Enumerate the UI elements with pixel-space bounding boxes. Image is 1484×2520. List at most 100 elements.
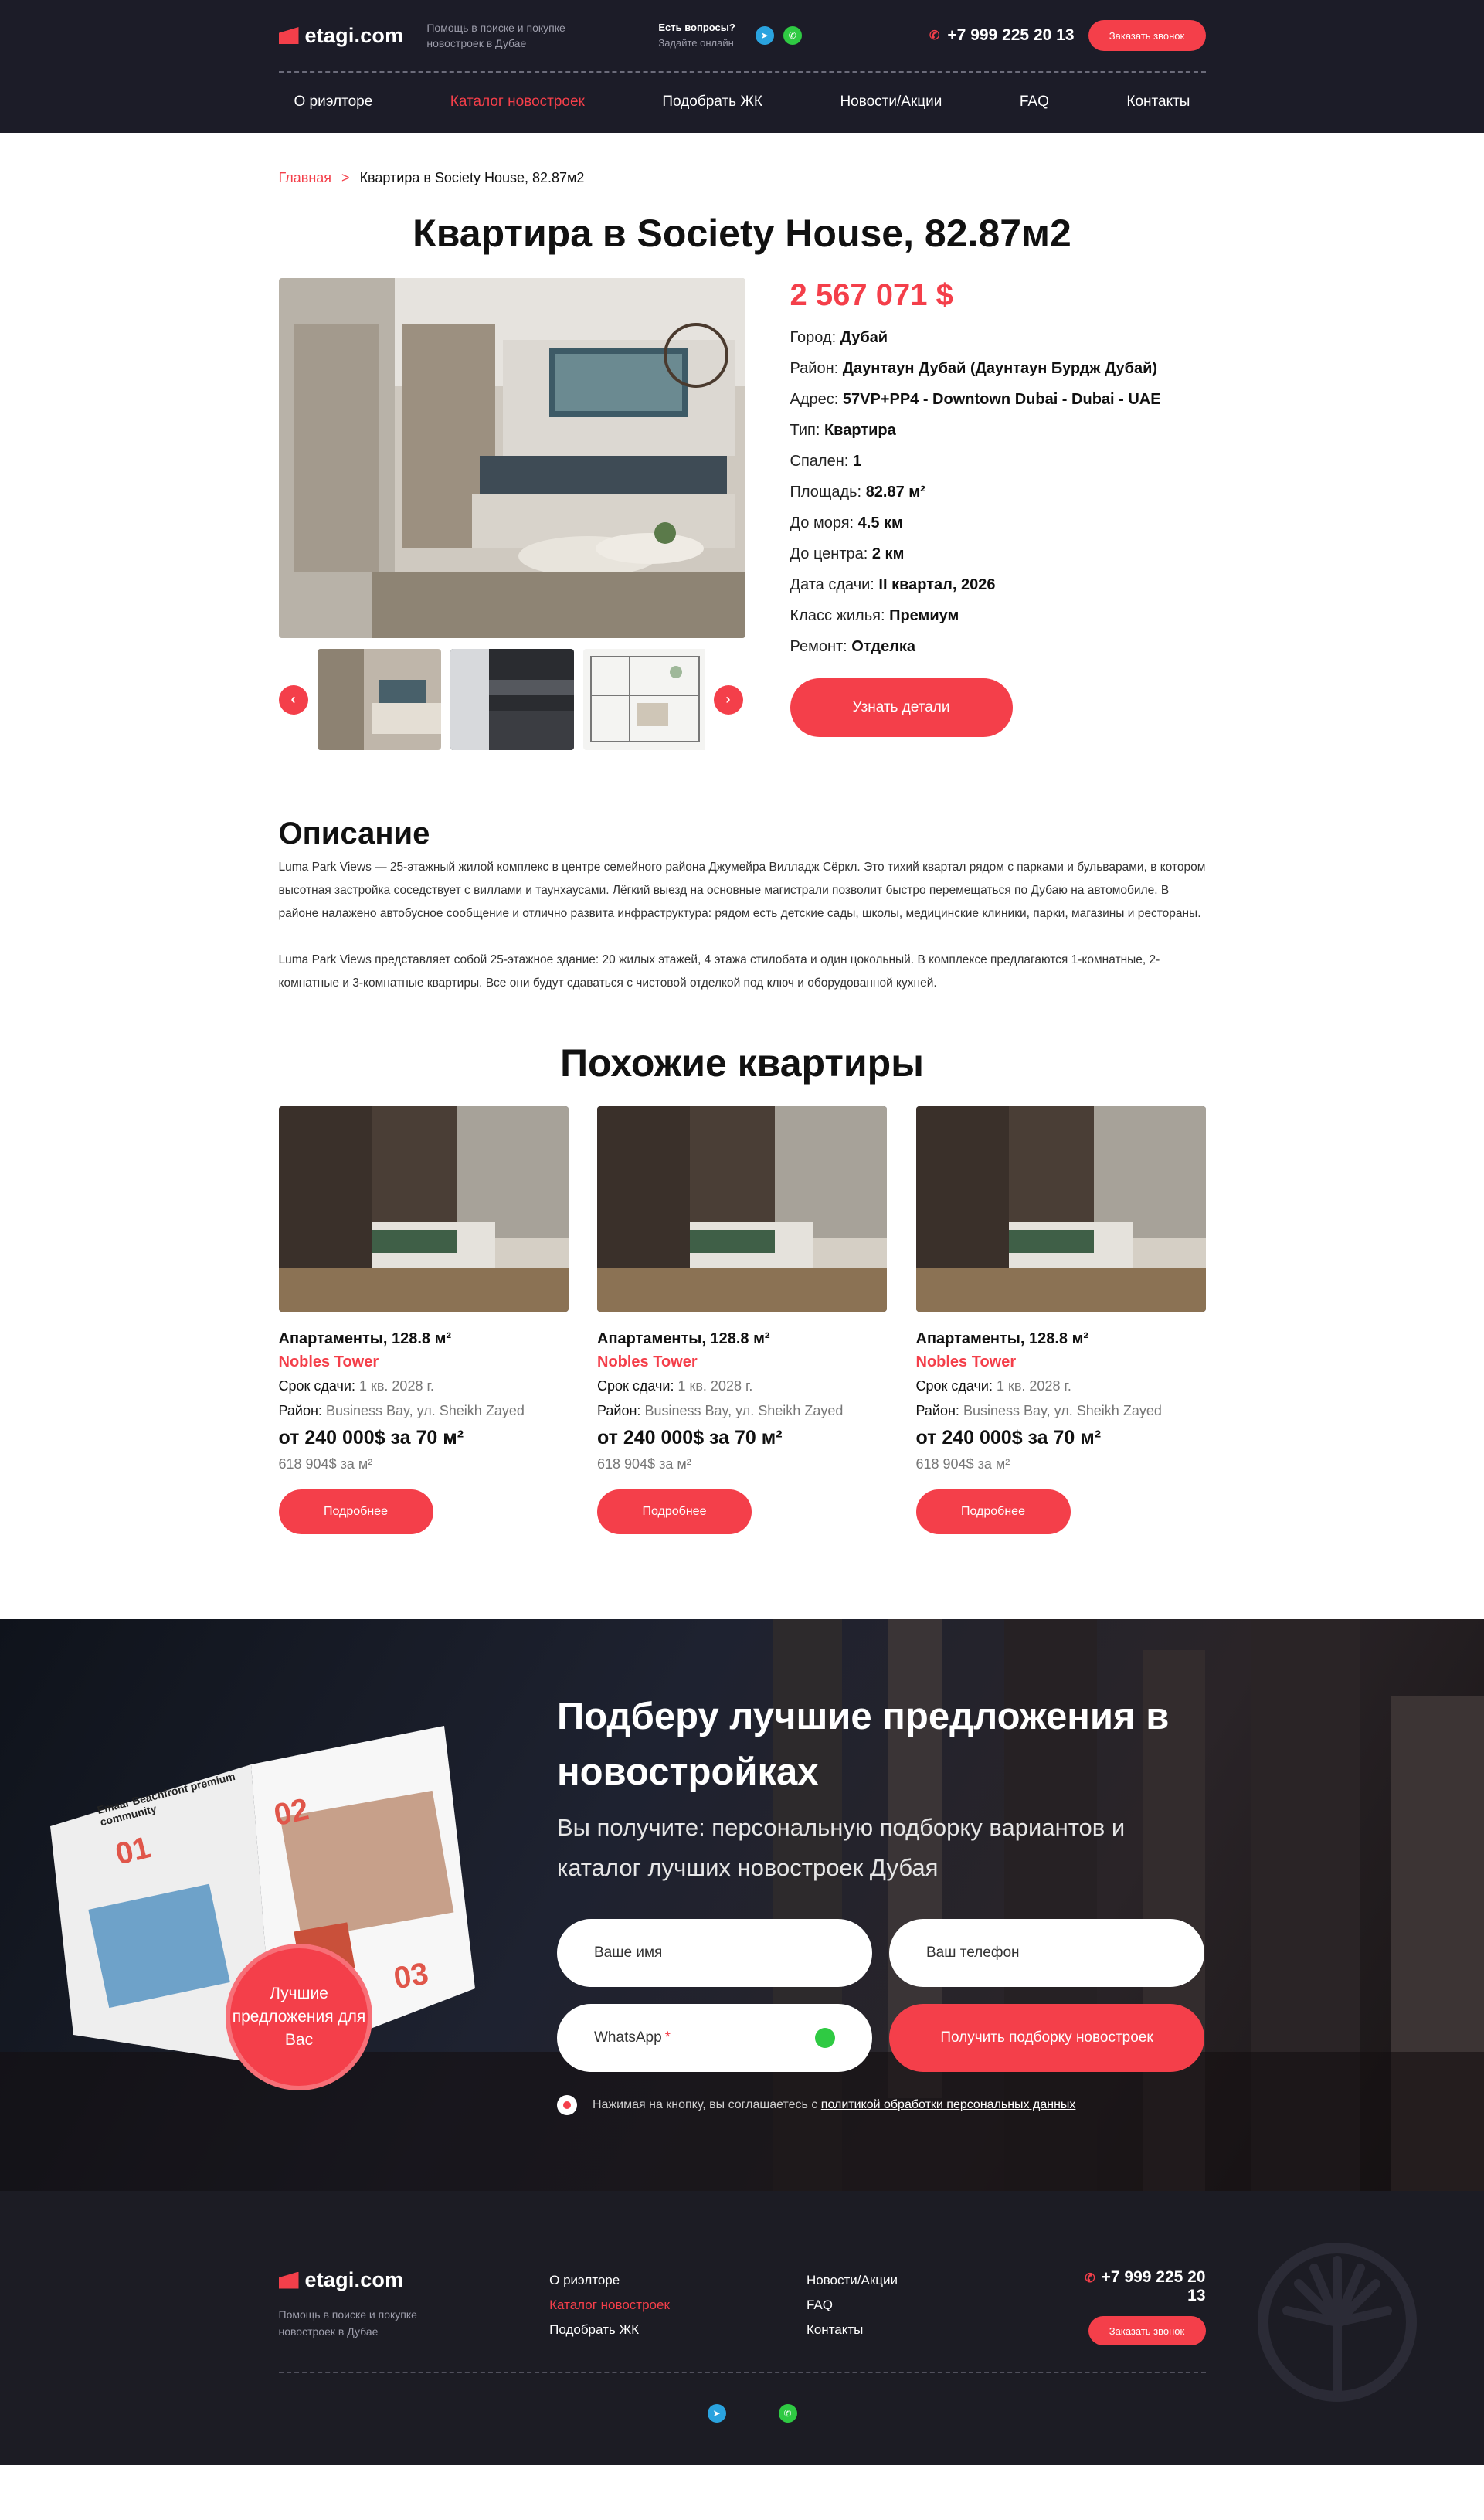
- footer-nav-col-2: Новости/Акции FAQ Контакты: [807, 2268, 1064, 2372]
- description-heading: Описание: [278, 817, 430, 851]
- footer-call-button[interactable]: Заказать звонок: [1088, 2316, 1206, 2345]
- footer-link-contacts[interactable]: Контакты: [807, 2318, 1064, 2342]
- logo-text: etagi.com: [304, 23, 404, 47]
- card-price-per-m2: 618 904$ за м²: [597, 1456, 691, 1472]
- privacy-policy-link[interactable]: политикой обработки персональных данных: [821, 2098, 1076, 2111]
- thumbnail-2[interactable]: [450, 649, 574, 750]
- spec-address: Адрес: 57VP+PP4 - Downtown Dubai - Dubai…: [790, 391, 1161, 408]
- header-socials: ➤ ✆: [755, 26, 802, 45]
- site-footer: etagi.com Помощь в поиске и покупке ново…: [0, 2191, 1484, 2465]
- apartment-specs: 2 567 071 $ Город: Дубай Район: Даунтаун…: [790, 278, 1161, 811]
- nav-pick-complex[interactable]: Подобрать ЖК: [662, 93, 762, 110]
- phone-input[interactable]: Ваш телефон: [889, 1919, 1204, 1987]
- logo-mark-icon: [278, 2271, 299, 2289]
- ask-title: Есть вопросы?: [658, 22, 735, 33]
- name-input[interactable]: Ваше имя: [557, 1919, 872, 1987]
- card-more-button[interactable]: Подробнее: [597, 1489, 752, 1534]
- card-price-per-m2: 618 904$ за м²: [278, 1456, 373, 1472]
- ask-online: Есть вопросы? Задайте онлайн: [658, 20, 735, 51]
- thumbnail-3[interactable]: [582, 649, 705, 750]
- footer-nav-col-1: О риэлторе Каталог новостроек Подобрать …: [549, 2268, 807, 2372]
- footer-phone[interactable]: ✆ +7 999 225 20 13: [1064, 2268, 1205, 2305]
- card-complex-name[interactable]: Nobles Tower: [279, 1350, 569, 1374]
- best-offers-badge: Лучшие предложения для Вас: [226, 1944, 372, 2090]
- card-term: Срок сдачи: 1 кв. 2028 г.: [597, 1378, 753, 1394]
- thumbnail-1[interactable]: [317, 649, 441, 750]
- footer-link-news[interactable]: Новости/Акции: [807, 2268, 1064, 2293]
- spec-district: Район: Даунтаун Дубай (Даунтаун Бурдж Ду…: [790, 360, 1158, 377]
- card-more-button[interactable]: Подробнее: [915, 1489, 1071, 1534]
- consent-text: Нажимая на кнопку, вы соглашаетесь с пол…: [593, 2098, 1076, 2111]
- spec-area: Площадь: 82.87 м²: [790, 484, 925, 501]
- logo-mark-icon: [278, 27, 299, 44]
- telegram-icon[interactable]: ➤: [755, 26, 774, 45]
- whatsapp-icon[interactable]: ✆: [778, 2404, 797, 2423]
- phone-icon: ✆: [1085, 2272, 1095, 2285]
- footer-contacts: ✆ +7 999 225 20 13 Заказать звонок: [1064, 2268, 1206, 2372]
- whatsapp-icon[interactable]: ✆: [783, 26, 802, 45]
- nav-catalog[interactable]: Каталог новостроек: [450, 93, 585, 110]
- whatsapp-input[interactable]: WhatsApp *: [557, 2004, 872, 2072]
- footer-socials: ➤ ✆: [279, 2404, 1206, 2423]
- card-price: от 240 000$ за 70 м²: [915, 1427, 1102, 1448]
- brochure-number-2: 02: [270, 1792, 312, 1833]
- similar-heading: Похожие квартиры: [560, 1041, 924, 1085]
- nav-news[interactable]: Новости/Акции: [840, 93, 942, 110]
- thumbnail-carousel: ‹ ›: [278, 649, 745, 750]
- phone-number: +7 999 225 20 13: [947, 26, 1075, 44]
- apartment-card-photo[interactable]: [597, 1106, 887, 1312]
- consent-checkbox[interactable]: [557, 2095, 577, 2115]
- spec-city: Город: Дубай: [790, 329, 888, 346]
- card-district: Район: Business Bay, ул. Sheikh Zayed: [915, 1403, 1162, 1418]
- brochure-number-3: 03: [391, 1956, 431, 1996]
- lead-form-fields: Ваше имя Ваш телефон WhatsApp * Получить …: [557, 1919, 1206, 2072]
- footer-logo[interactable]: etagi.com: [278, 2268, 550, 2292]
- next-photo-button[interactable]: ›: [713, 684, 743, 715]
- similar-cards: Апартаменты, 128.8 м² Nobles Tower Срок …: [278, 1106, 1206, 1534]
- call-request-button[interactable]: Заказать звонок: [1088, 20, 1206, 51]
- card-district: Район: Business Bay, ул. Sheikh Zayed: [597, 1403, 844, 1418]
- spec-finishing: Ремонт: Отделка: [790, 638, 916, 655]
- card-title: Апартаменты, 128.8 м²: [915, 1330, 1089, 1347]
- apartment-card-photo[interactable]: [278, 1106, 569, 1312]
- footer-link-catalog[interactable]: Каталог новостроек: [549, 2293, 807, 2318]
- footer-top: etagi.com Помощь в поиске и покупке ново…: [278, 2191, 1206, 2373]
- breadcrumb-home[interactable]: Главная: [279, 170, 332, 185]
- palm-island-icon: [1258, 2243, 1417, 2402]
- description-paragraph-1: Luma Park Views — 25-этажный жилой компл…: [278, 861, 1206, 920]
- main-photo[interactable]: [278, 278, 745, 638]
- similar-apartments: Похожие квартиры Апартаменты, 128.8 м² N…: [278, 1018, 1206, 1534]
- nav-contacts[interactable]: Контакты: [1126, 93, 1190, 110]
- spec-to-sea: До моря: 4.5 км: [790, 515, 903, 532]
- consent: Нажимая на кнопку, вы соглашаетесь с пол…: [557, 2095, 1206, 2115]
- apartment-card-photo[interactable]: [915, 1106, 1206, 1312]
- footer-link-pick-complex[interactable]: Подобрать ЖК: [549, 2318, 807, 2342]
- card-complex-name[interactable]: Nobles Tower: [597, 1350, 887, 1374]
- get-selection-button[interactable]: Получить подборку новостроек: [889, 2004, 1204, 2072]
- card-price: от 240 000$ за 70 м²: [597, 1427, 783, 1448]
- lead-form: Подберу лучшие предложения в новостройка…: [557, 1689, 1206, 2115]
- nav-faq[interactable]: FAQ: [1020, 93, 1049, 110]
- whatsapp-icon: [815, 2028, 835, 2048]
- footer-link-faq[interactable]: FAQ: [807, 2293, 1064, 2318]
- card-more-button[interactable]: Подробнее: [278, 1489, 433, 1534]
- main-content: Главная > Квартира в Society House, 82.8…: [278, 133, 1206, 1534]
- header-phone[interactable]: ✆ +7 999 225 20 13: [929, 26, 1074, 45]
- footer-link-about[interactable]: О риэлторе: [549, 2268, 807, 2293]
- card-complex-name[interactable]: Nobles Tower: [916, 1350, 1206, 1374]
- prev-photo-button[interactable]: ‹: [278, 684, 308, 715]
- details-button[interactable]: Узнать детали: [790, 678, 1013, 737]
- spec-class: Класс жилья: Премиум: [790, 607, 959, 624]
- page-title: Квартира в Society House, 82.87м2: [413, 212, 1071, 255]
- logo[interactable]: etagi.com: [278, 23, 404, 48]
- phone-icon: ✆: [929, 29, 940, 42]
- spec-completion: Дата сдачи: II квартал, 2026: [790, 576, 996, 593]
- lead-subtitle: Вы получите: персональную подборку вариа…: [557, 1814, 1126, 1881]
- footer-tagline: Помощь в поиске и покупке новостроек в Д…: [278, 2308, 417, 2338]
- ask-subtitle[interactable]: Задайте онлайн: [658, 36, 735, 51]
- description-paragraph-2: Luma Park Views представляет собой 25-эт…: [278, 953, 1160, 990]
- nav-about-realtor[interactable]: О риэлторе: [294, 93, 373, 110]
- header-tagline: Помощь в поиске и покупке новостроек в Д…: [426, 22, 565, 49]
- telegram-icon[interactable]: ➤: [707, 2404, 726, 2423]
- apartment-card: Апартаменты, 128.8 м² Nobles Tower Срок …: [597, 1106, 887, 1534]
